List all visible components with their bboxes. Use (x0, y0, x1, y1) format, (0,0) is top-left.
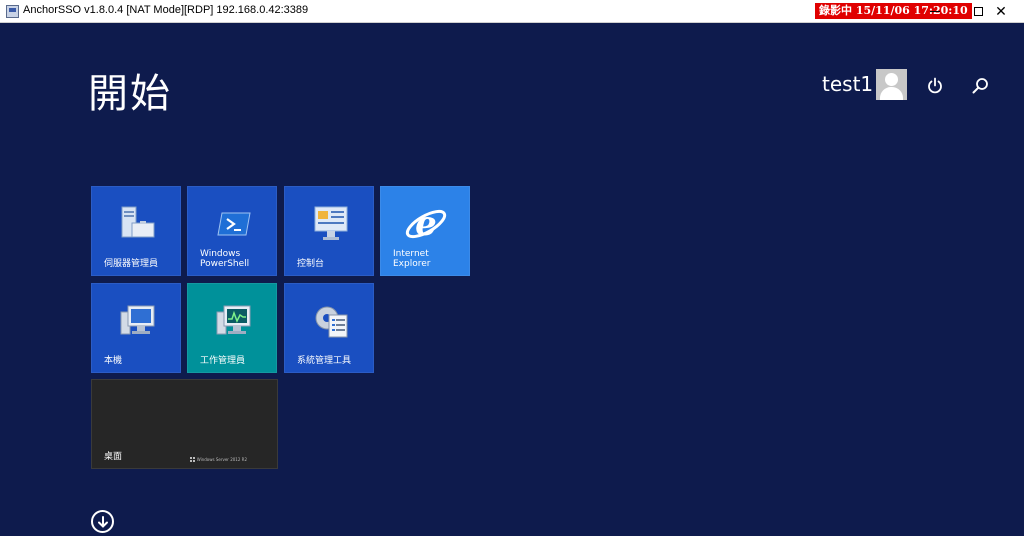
tile-label: Windows PowerShell (200, 249, 250, 269)
close-button[interactable]: ✕ (978, 0, 1024, 23)
minimize-icon (930, 11, 940, 12)
user-avatar-icon[interactable] (876, 69, 907, 100)
tile-label: 工作管理員 (200, 356, 246, 366)
windows-logo-icon (189, 457, 195, 462)
tile-powershell[interactable]: Windows PowerShell (187, 186, 277, 276)
tile-desktop[interactable]: 桌面 Windows Server 2012 R2 (91, 379, 278, 469)
control-panel-icon (313, 205, 348, 243)
tile-server-manager[interactable]: 伺服器管理員 (91, 186, 181, 276)
search-icon[interactable] (970, 76, 990, 96)
task-manager-icon (216, 302, 251, 340)
tile-control-panel[interactable]: 控制台 (284, 186, 374, 276)
desktop-brand-text: Windows Server 2012 R2 (196, 457, 247, 462)
tile-admin-tools[interactable]: 系統管理工具 (284, 283, 374, 373)
window-title: AnchorSSO v1.8.0.4 [NAT Mode][RDP] 192.1… (23, 4, 309, 16)
tile-label: 系統管理工具 (297, 356, 352, 366)
tile-label: 本機 (104, 356, 123, 366)
start-title: 開始 (88, 71, 172, 117)
tile-label: 控制台 (297, 259, 325, 269)
internet-explorer-icon: e (403, 201, 449, 247)
server-manager-icon (120, 205, 155, 243)
powershell-icon (216, 205, 251, 243)
start-screen: 開始 test1 伺服器管理員 Windows PowerShell 控制台 e… (0, 24, 1024, 536)
power-icon[interactable] (925, 76, 945, 96)
app-icon (6, 5, 19, 18)
arrow-down-circle-icon[interactable] (91, 510, 114, 533)
tile-label: 桌面 (104, 452, 123, 462)
this-pc-icon (120, 302, 155, 340)
user-name[interactable]: test1 (822, 72, 873, 96)
tile-label: Internet Explorer (393, 249, 431, 269)
tile-task-manager[interactable]: 工作管理員 (187, 283, 277, 373)
tile-internet-explorer[interactable]: e Internet Explorer (380, 186, 470, 276)
tile-label: 伺服器管理員 (104, 259, 159, 269)
svg-text:e: e (415, 204, 437, 244)
tile-this-pc[interactable]: 本機 (91, 283, 181, 373)
window-titlebar: AnchorSSO v1.8.0.4 [NAT Mode][RDP] 192.1… (0, 0, 1024, 23)
admin-tools-icon (313, 302, 348, 340)
minimize-button[interactable] (912, 0, 958, 23)
desktop-brand: Windows Server 2012 R2 (189, 457, 247, 462)
close-icon: ✕ (995, 3, 1007, 20)
